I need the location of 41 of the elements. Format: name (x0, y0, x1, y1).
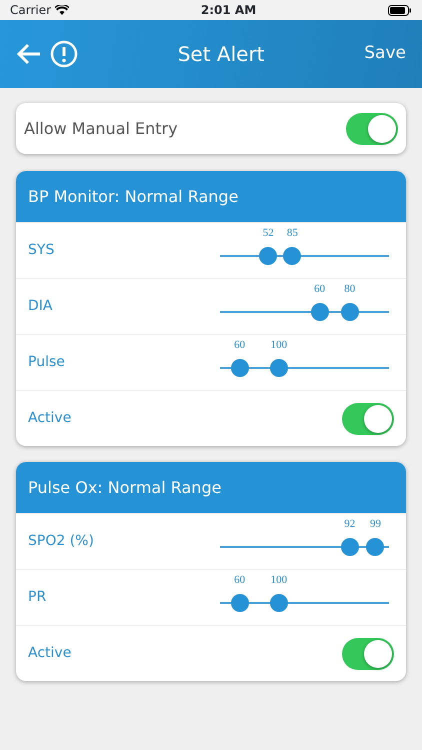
slider-thumb[interactable] (259, 246, 278, 264)
thumb-value: 85 (286, 226, 298, 240)
row-label: PR (28, 588, 46, 607)
thumb-value: 60 (234, 572, 246, 588)
row-label: DIA (28, 297, 52, 316)
row-label: Pulse (28, 353, 65, 372)
thumb-value: 80 (344, 282, 356, 296)
back-icon[interactable] (16, 42, 42, 66)
thumb-value: 99 (370, 516, 381, 532)
row-label: SPO2 (%) (28, 532, 94, 551)
card-title: Pulse Ox: Normal Range (16, 462, 406, 513)
alert-icon[interactable] (50, 40, 78, 68)
screen-title: Set Alert (178, 41, 265, 68)
setting-label: Allow Manual Entry (24, 118, 178, 140)
slider-thumb[interactable] (230, 594, 249, 612)
slider-thumb[interactable] (340, 302, 359, 320)
save-button[interactable]: Save (364, 41, 406, 67)
toggle-switch[interactable] (342, 402, 394, 434)
slider-thumb[interactable] (283, 246, 302, 264)
thumb-value: 60 (234, 338, 246, 352)
thumb-value: 60 (314, 282, 326, 296)
slider-thumb[interactable] (270, 594, 288, 612)
thumb-value: 92 (344, 516, 356, 532)
thumb-value: 100 (270, 338, 288, 352)
status-time: 2:01 AM (200, 2, 256, 19)
slider-thumb[interactable] (230, 358, 249, 376)
wifi-icon (55, 5, 70, 15)
slider-thumb[interactable] (310, 302, 329, 320)
carrier-label: Carrier (10, 2, 52, 19)
row-label: Active (28, 409, 72, 428)
row-label: SYS (28, 241, 54, 260)
row-label: Active (28, 644, 72, 663)
battery-icon (388, 4, 412, 16)
toggle-switch[interactable] (342, 638, 394, 670)
thumb-value: 100 (270, 572, 288, 588)
slider-thumb[interactable] (366, 538, 384, 556)
thumb-value: 52 (262, 226, 274, 240)
card-title: BP Monitor: Normal Range (16, 171, 406, 222)
slider-thumb[interactable] (270, 358, 288, 376)
slider-thumb[interactable] (340, 538, 359, 556)
toggle-switch[interactable] (346, 112, 398, 144)
